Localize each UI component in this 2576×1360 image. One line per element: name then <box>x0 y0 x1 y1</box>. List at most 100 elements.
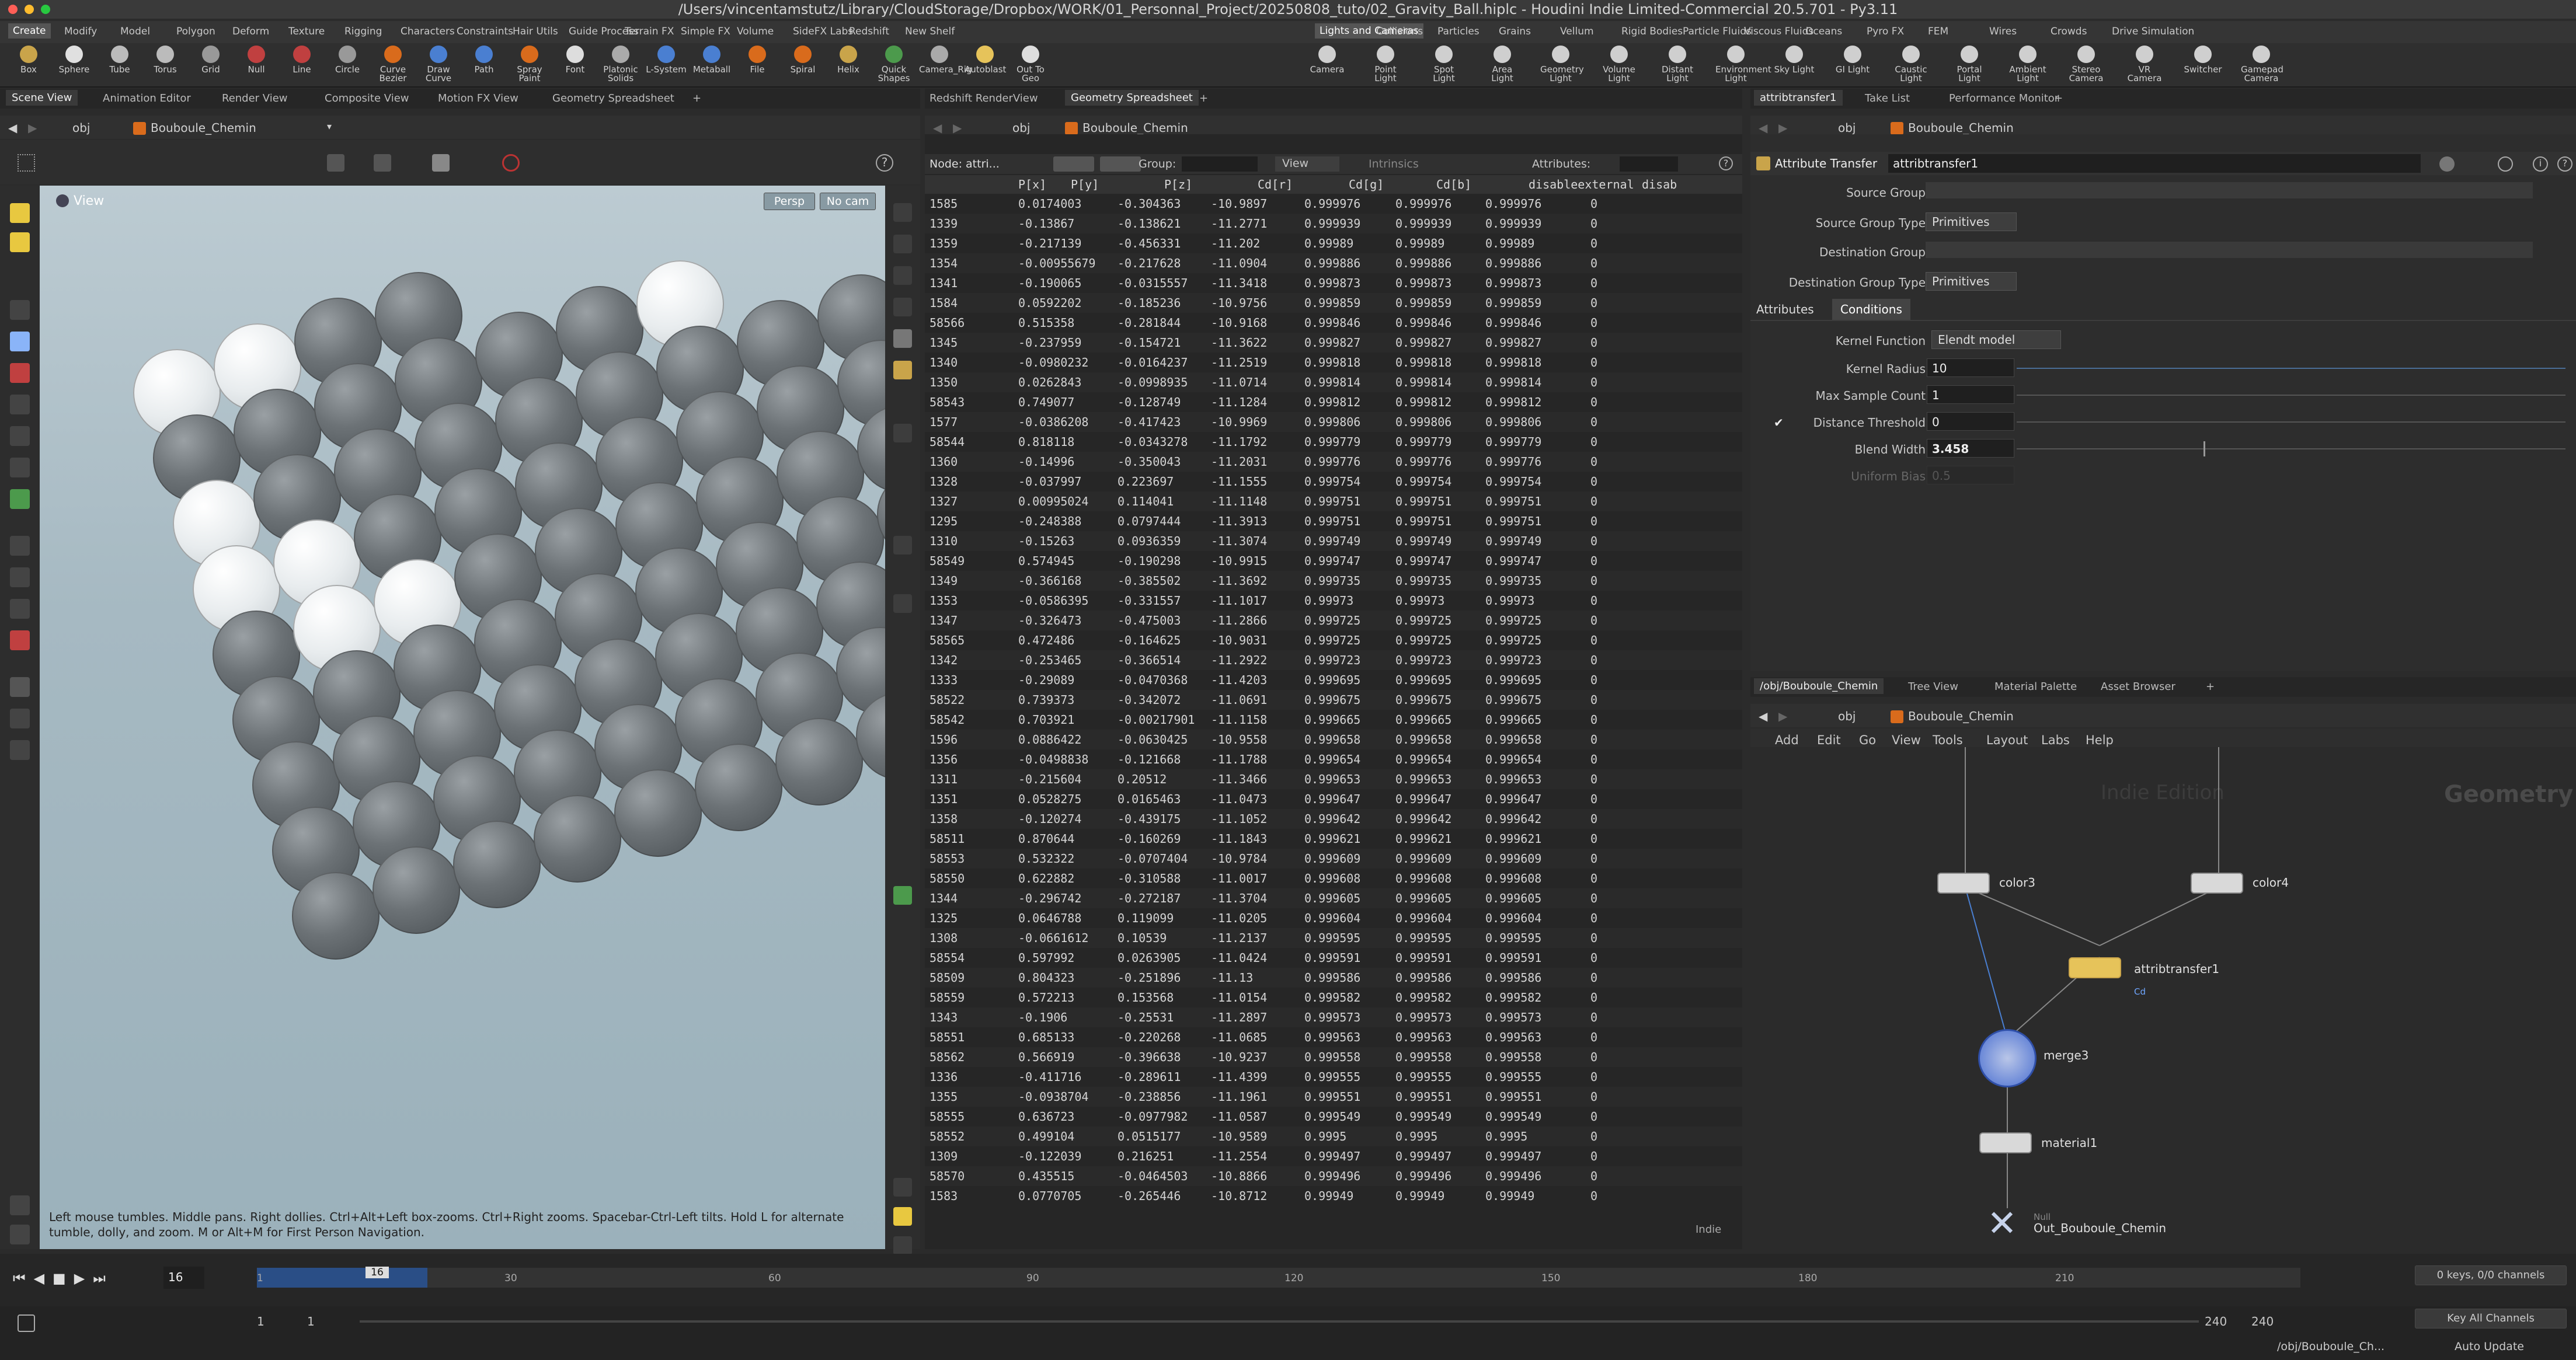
column-header[interactable]: Cd[r] <box>1258 177 1293 191</box>
display-toggle-icon[interactable] <box>893 203 912 222</box>
snap-tool-icon[interactable] <box>10 536 30 556</box>
back-arrow-icon[interactable]: ◀ <box>933 121 942 135</box>
shelf-tool[interactable]: File <box>737 46 778 74</box>
shelf-tab[interactable]: Drive Simulation <box>2112 26 2194 37</box>
table-row[interactable]: 1340 -0.0980232 -0.0164237 -11.2519 0.999818… <box>925 353 1742 372</box>
shelf-tab[interactable]: New Shelf <box>905 26 955 37</box>
shelf-tool[interactable]: Geometry Light <box>1540 46 1584 83</box>
playback-controls[interactable]: ⏮◀■▶⏭ <box>13 1270 114 1286</box>
shelf-tab[interactable]: Crowds <box>2051 26 2087 37</box>
point-display-icon[interactable] <box>893 536 912 555</box>
max-sample-field[interactable]: 1 <box>1927 385 2014 404</box>
shelf-tab[interactable]: Grains <box>1499 26 1531 37</box>
gear-icon[interactable] <box>2439 156 2455 172</box>
shading-icon[interactable] <box>893 424 912 442</box>
column-header[interactable]: disab <box>1642 177 1677 191</box>
network-menu-item[interactable]: Edit <box>1817 733 1841 747</box>
table-row[interactable]: 1345 -0.237959 -0.154721 -11.3622 0.999827 0.… <box>925 333 1742 353</box>
blend-width-slider[interactable] <box>2017 448 2565 449</box>
shelf-tab[interactable]: Create <box>8 23 51 39</box>
lock-icon[interactable] <box>10 332 30 351</box>
table-row[interactable]: 58509 0.804323 -0.251896 -11.13 0.999586 0.99… <box>925 968 1742 988</box>
blend-width-slider-handle[interactable] <box>2203 441 2205 456</box>
shelf-tool[interactable]: Quick Shapes <box>873 46 914 83</box>
handle-tool-icon[interactable] <box>10 203 30 223</box>
info-icon[interactable]: i <box>2533 156 2548 172</box>
kernel-function-menu[interactable]: Elendt model <box>1931 330 2061 349</box>
view-tool-icon[interactable] <box>10 232 30 252</box>
path-obj[interactable]: obj <box>72 121 90 135</box>
group-field[interactable] <box>1182 156 1258 172</box>
shelf-tab[interactable]: Texture <box>288 26 325 37</box>
shelf-tab[interactable]: Characters <box>401 26 455 37</box>
shelf-tool[interactable]: Path <box>464 46 504 74</box>
table-row[interactable]: 1341 -0.190065 -0.0315557 -11.3418 0.999873 0… <box>925 273 1742 293</box>
move-tool-icon[interactable] <box>10 363 30 383</box>
minimize-window-button[interactable] <box>25 5 34 14</box>
scale-tool-icon[interactable] <box>10 426 30 446</box>
snap-grid-tool-icon[interactable] <box>10 567 30 587</box>
table-row[interactable]: 1336 -0.411716 -0.289611 -11.4399 0.999555 0.… <box>925 1067 1742 1087</box>
network-menu-item[interactable]: Help <box>2086 733 2114 747</box>
table-row[interactable]: 58566 0.515358 -0.281844 -10.9168 0.999846 0.… <box>925 313 1742 333</box>
shelf-tool[interactable]: Spray Paint <box>509 46 550 83</box>
zoom-window-button[interactable] <box>41 5 50 14</box>
max-sample-slider[interactable] <box>2017 395 2565 396</box>
table-row[interactable]: 58543 0.749077 -0.128749 -11.1284 0.999812 0.… <box>925 392 1742 412</box>
pane-tab[interactable]: Scene View <box>6 90 78 106</box>
table-row[interactable]: 58559 0.572213 0.153568 -11.0154 0.999582 0.9… <box>925 988 1742 1007</box>
add-tab-icon[interactable]: + <box>2206 681 2215 693</box>
table-row[interactable]: 58554 0.597992 0.0263905 -11.0424 0.999591 0.… <box>925 948 1742 968</box>
help-icon[interactable]: ? <box>2557 156 2572 172</box>
kernel-radius-slider[interactable] <box>2017 368 2565 369</box>
table-row[interactable]: 1585 0.0174003 -0.304363 -10.9897 0.999976 0.… <box>925 194 1742 214</box>
table-row[interactable]: 1584 0.0592202 -0.185236 -10.9756 0.999859 0.… <box>925 293 1742 313</box>
persp-menu-button[interactable]: Persp <box>764 193 815 210</box>
shelf-tool[interactable]: Spot Light <box>1423 46 1464 83</box>
column-header[interactable]: Cd[g] <box>1349 177 1384 191</box>
pane-tab[interactable]: Take List <box>1865 92 1910 104</box>
path-obj[interactable]: obj <box>1838 709 1856 723</box>
pane-tab[interactable]: Asset Browser <box>2101 681 2175 693</box>
shelf-tool[interactable]: Ambient Light <box>2007 46 2048 83</box>
table-row[interactable]: 1353 -0.0586395 -0.331557 -11.1017 0.99973 0.… <box>925 591 1742 611</box>
help-icon[interactable]: ? <box>876 154 893 172</box>
display-layer-icon[interactable] <box>893 886 912 905</box>
camera-menu-button[interactable]: No cam <box>820 193 876 210</box>
shelf-tool[interactable]: Camera <box>1307 46 1348 74</box>
shelf-tab[interactable]: SideFX Labs <box>793 26 853 37</box>
shelf-tool[interactable]: Grid <box>190 46 231 74</box>
blend-width-field[interactable]: 3.458 <box>1927 439 2014 458</box>
network-menu-item[interactable]: Tools <box>1933 733 1963 747</box>
shelf-tool[interactable]: Sky Light <box>1774 46 1815 74</box>
shelf-tool[interactable]: Point Light <box>1365 46 1406 83</box>
pane-tab[interactable]: Performance Monitor <box>1949 92 2059 104</box>
table-row[interactable]: 58555 0.636723 -0.0977982 -11.0587 0.999549 0… <box>925 1107 1742 1127</box>
shelf-tool[interactable]: Draw Curve <box>418 46 459 83</box>
shelf-tool[interactable]: Area Light <box>1482 46 1523 83</box>
forward-arrow-icon[interactable]: ▶ <box>953 121 962 135</box>
shelf-tab[interactable]: Viscous Fluids <box>1744 26 1813 37</box>
shelf-tool[interactable]: Font <box>555 46 596 74</box>
table-row[interactable]: 1342 -0.253465 -0.366514 -11.2922 0.999723 0.… <box>925 650 1742 670</box>
table-row[interactable]: 58544 0.818118 -0.0343278 -11.1792 0.999779 0… <box>925 432 1742 452</box>
shelf-tab[interactable]: Pyro FX <box>1867 26 1904 37</box>
shelf-tab[interactable]: Volume <box>737 26 774 37</box>
table-row[interactable]: 1311 -0.215604 0.20512 -11.3466 0.999653 0.99… <box>925 769 1742 789</box>
pane-tab[interactable]: Tree View <box>1908 681 1958 693</box>
column-header[interactable]: P[z] <box>1164 177 1192 191</box>
shelf-tool[interactable]: Curve Bezier <box>373 46 413 83</box>
pane-tab[interactable]: /obj/Bouboule_Chemin <box>1754 678 1884 694</box>
add-tab-icon[interactable]: + <box>1199 92 1208 104</box>
network-editor[interactable]: Indie Edition Geometry color3 color4 att… <box>1750 747 2576 1249</box>
pane-tab[interactable]: Geometry Spreadsheet <box>1065 90 1199 106</box>
shelf-tab[interactable]: Wires <box>1989 26 2017 37</box>
table-row[interactable]: 1349 -0.366168 -0.385502 -11.3692 0.999735 0.… <box>925 571 1742 591</box>
shelf-tool[interactable]: VR Camera <box>2124 46 2165 83</box>
brush-tool-icon[interactable] <box>10 489 30 509</box>
table-row[interactable]: 1583 0.0770705 -0.265446 -10.8712 0.99949 0.9… <box>925 1186 1742 1206</box>
shelf-tool[interactable]: Environment Light <box>1715 46 1771 83</box>
table-row[interactable]: 1343 -0.1906 -0.25531 -11.2897 0.999573 0.999… <box>925 1007 1742 1027</box>
table-row[interactable]: 1308 -0.0661612 0.10539 -11.2137 0.999595 0.9… <box>925 928 1742 948</box>
distance-threshold-field[interactable]: 0 <box>1927 412 2014 431</box>
